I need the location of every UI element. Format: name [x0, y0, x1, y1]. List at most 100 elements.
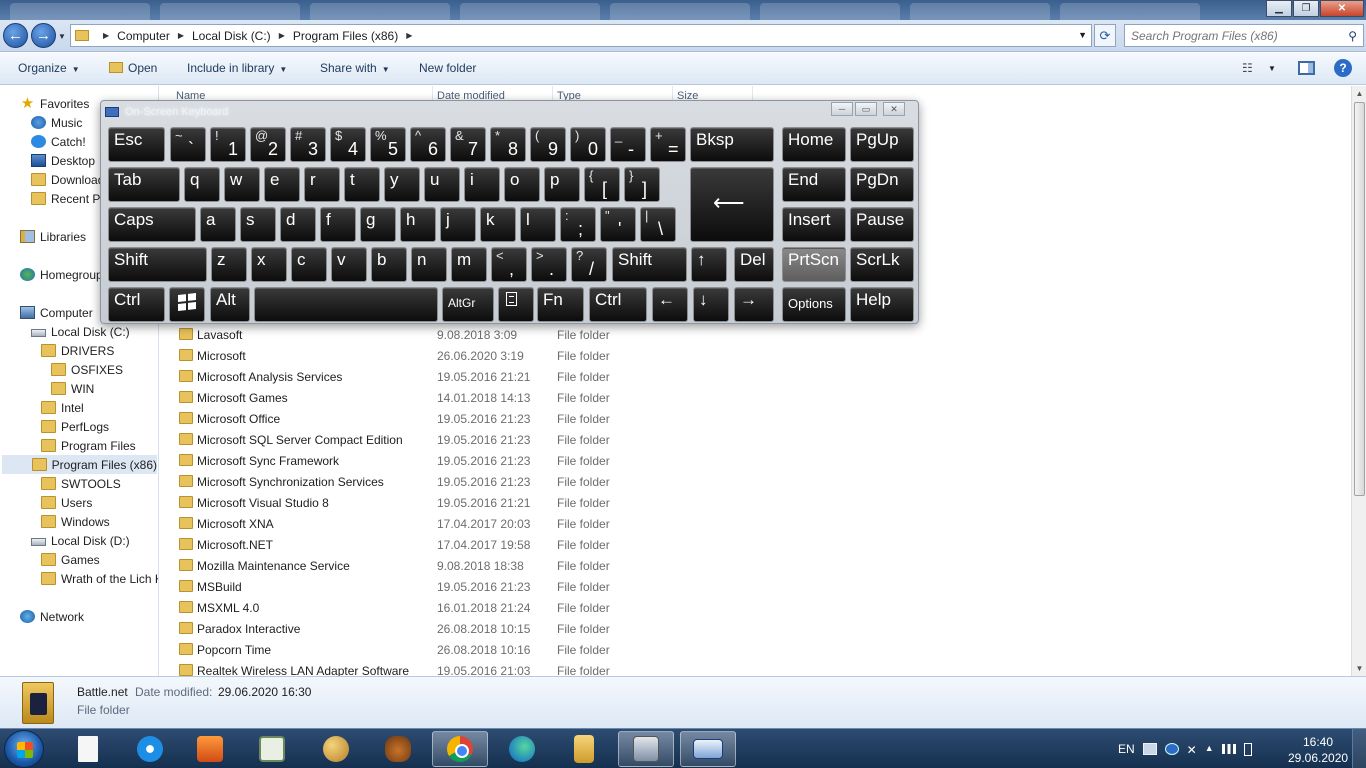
close-tray-icon[interactable]: ✕ [1187, 743, 1197, 757]
key-row1-2[interactable]: @2 [250, 127, 286, 162]
key-f[interactable]: f [320, 207, 356, 242]
key-right-ctrl[interactable]: Ctrl [589, 287, 647, 322]
nav-users[interactable]: Users [41, 493, 92, 512]
nav-desktop[interactable]: Desktop [31, 151, 95, 170]
clock[interactable]: 16:40 29.06.2020 [1288, 734, 1348, 766]
key-l[interactable]: l [520, 207, 556, 242]
file-row[interactable]: Microsoft Synchronization Services 19.05.… [160, 471, 760, 492]
key-k[interactable]: k [480, 207, 516, 242]
breadcrumb-local-disk-c[interactable]: Local Disk (C:) [192, 29, 271, 43]
key-left-ctrl[interactable]: Ctrl [108, 287, 165, 322]
key-row1-12[interactable]: + = [650, 127, 686, 162]
nav-music[interactable]: Music [31, 113, 82, 132]
key-tab[interactable]: Tab [108, 167, 180, 202]
taskbar-installer[interactable] [618, 731, 674, 767]
key-row1-11[interactable]: _ - [610, 127, 646, 162]
key-home[interactable]: Home [782, 127, 846, 162]
key-arrow-down[interactable]: ↓ [693, 287, 729, 322]
scroll-down-icon[interactable]: ▼ [1352, 661, 1366, 676]
key-caps-lock[interactable]: Caps [108, 207, 196, 242]
key-esc[interactable]: Esc [108, 127, 165, 162]
show-hidden-icons-icon[interactable]: ▲ [1205, 743, 1214, 755]
key-end[interactable]: End [782, 167, 846, 202]
key-row1-8[interactable]: * 8 [490, 127, 526, 162]
file-row[interactable]: MSBuild 19.05.2016 21:23 File folder [160, 576, 760, 597]
key-windows[interactable] [169, 287, 205, 322]
key-g[interactable]: g [360, 207, 396, 242]
forward-button[interactable]: → [31, 23, 56, 48]
key-arrow-right[interactable]: → [734, 287, 774, 322]
file-row[interactable]: Microsoft Sync Framework 19.05.2016 21:23… [160, 450, 760, 471]
key-h[interactable]: h [400, 207, 436, 242]
recent-pages-dropdown[interactable]: ▼ [58, 32, 66, 41]
key-row1-6[interactable]: ^ 6 [410, 127, 446, 162]
key-r[interactable]: r [304, 167, 340, 202]
battery-icon[interactable] [1243, 742, 1252, 756]
key-x[interactable]: x [251, 247, 287, 282]
help-tray-icon[interactable] [1164, 743, 1179, 755]
file-row[interactable]: Microsoft SQL Server Compact Edition 19.0… [160, 429, 760, 450]
taskbar-internet-explorer[interactable] [122, 731, 178, 767]
address-bar[interactable]: ▶ Computer ▶ Local Disk (C:) ▶ Program F… [70, 24, 1092, 47]
key-b[interactable]: b [371, 247, 407, 282]
nav-intel[interactable]: Intel [41, 398, 84, 417]
taskbar-edge[interactable] [494, 731, 550, 767]
file-row[interactable]: Microsoft Games 14.01.2018 14:13 File fold… [160, 387, 760, 408]
nav-libraries[interactable]: Libraries [20, 227, 86, 246]
nav-win[interactable]: WIN [51, 379, 94, 398]
key-left-shift[interactable]: Shift [108, 247, 207, 282]
file-row[interactable]: Microsoft 26.06.2020 3:19 File folder [160, 345, 760, 366]
taskbar-notepad[interactable] [244, 731, 300, 767]
taskbar-media-player[interactable] [182, 731, 238, 767]
address-dropdown-icon[interactable]: ▼ [1078, 30, 1087, 40]
key-m[interactable]: m [451, 247, 487, 282]
nav-drivers[interactable]: DRIVERS [41, 341, 114, 360]
key-row1-3[interactable]: #3 [290, 127, 326, 162]
file-row[interactable]: Popcorn Time 26.08.2018 10:16 File folder [160, 639, 760, 660]
scroll-up-icon[interactable]: ▲ [1352, 86, 1366, 101]
key-arrow-left[interactable]: ← [652, 287, 688, 322]
osk-title-bar[interactable]: On-Screen Keyboard [105, 103, 914, 121]
key-page-up[interactable]: PgUp [850, 127, 914, 162]
key-z[interactable]: z [211, 247, 247, 282]
key-fn[interactable]: Fn [537, 287, 584, 322]
key-close-brace[interactable]: }] [624, 167, 660, 202]
organize-button[interactable]: Organize ▼ [18, 61, 80, 75]
key-page-down[interactable]: PgDn [850, 167, 914, 202]
key-arrow-up[interactable]: ↑ [691, 247, 727, 282]
file-row[interactable]: Paradox Interactive 26.08.2018 10:15 File … [160, 618, 760, 639]
nav-catch[interactable]: Catch! [31, 132, 86, 151]
nav-network[interactable]: Network [20, 607, 84, 626]
language-indicator[interactable]: EN [1118, 742, 1135, 756]
refresh-button[interactable]: ⟳ [1094, 24, 1116, 47]
scrollbar-thumb[interactable] [1354, 102, 1365, 496]
nav-local-disk-c[interactable]: Local Disk (C:) [31, 322, 130, 341]
taskbar-game[interactable] [370, 731, 426, 767]
nav-windows[interactable]: Windows [41, 512, 110, 531]
osk-maximize-button[interactable]: ▭ [855, 102, 877, 116]
preview-pane-icon[interactable] [1298, 61, 1315, 75]
key-n[interactable]: n [411, 247, 447, 282]
key-insert[interactable]: Insert [782, 207, 846, 242]
file-row[interactable]: Microsoft XNA 17.04.2017 20:03 File folder [160, 513, 760, 534]
share-with-button[interactable]: Share with ▼ [320, 61, 390, 75]
key-row1-1[interactable]: ! 1 [210, 127, 246, 162]
taskbar-file-app[interactable] [60, 731, 116, 767]
nav-favorites[interactable]: ★ Favorites [20, 94, 90, 113]
key-p[interactable]: p [544, 167, 580, 202]
key-v[interactable]: v [331, 247, 367, 282]
nav-homegroup[interactable]: Homegroup [20, 265, 103, 284]
view-dropdown-icon[interactable]: ▼ [1268, 64, 1276, 73]
nav-perflogs[interactable]: PerfLogs [41, 417, 109, 436]
taskbar-explorer[interactable] [556, 731, 612, 767]
nav-program-files[interactable]: Program Files [41, 436, 136, 455]
key-alt[interactable]: Alt [210, 287, 250, 322]
search-icon[interactable]: ⚲ [1348, 29, 1357, 43]
help-icon[interactable]: ? [1334, 59, 1352, 77]
key-q[interactable]: q [184, 167, 220, 202]
key-e[interactable]: e [264, 167, 300, 202]
file-row[interactable]: Microsoft Analysis Services 19.05.2016 21… [160, 366, 760, 387]
key-pause[interactable]: Pause [850, 207, 914, 242]
nav-wrath-of-the-lich-king[interactable]: Wrath of the Lich Ki [41, 569, 158, 588]
taskbar-on-screen-keyboard[interactable] [680, 731, 736, 767]
